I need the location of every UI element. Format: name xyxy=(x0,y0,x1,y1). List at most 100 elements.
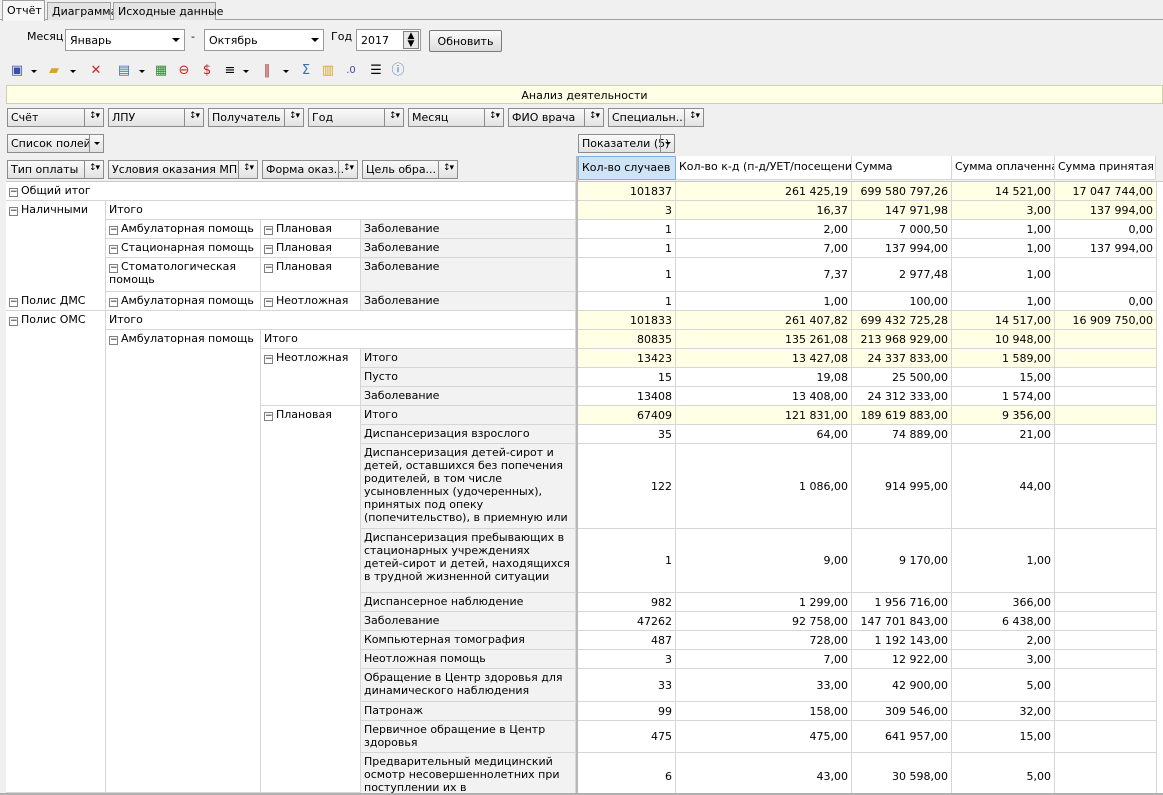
row-header[interactable]: Заболевание xyxy=(361,612,576,631)
text-icon[interactable]: ☰ xyxy=(368,63,384,79)
data-cell[interactable]: 74 889,00 xyxy=(852,425,952,444)
data-cell[interactable]: 101833 xyxy=(576,311,676,330)
row-header[interactable]: Предварительный медицинский осмотр несов… xyxy=(361,753,576,793)
row-field-payment-type[interactable]: Тип оплаты ↕▾ xyxy=(7,160,104,179)
data-cell[interactable] xyxy=(1055,612,1157,631)
data-cell[interactable]: 3 xyxy=(576,650,676,669)
data-cell[interactable]: 1 xyxy=(576,239,676,258)
data-cell[interactable] xyxy=(1055,529,1157,593)
formula-icon[interactable]: Σ xyxy=(298,63,314,79)
data-cell[interactable] xyxy=(1055,753,1157,793)
data-cell[interactable]: 5,00 xyxy=(952,753,1055,793)
data-cell[interactable]: 1 xyxy=(576,292,676,311)
data-cell[interactable]: 1,00 xyxy=(952,239,1055,258)
row-header[interactable]: Диспансеризация взрослого населения xyxy=(361,425,576,444)
month-to-select[interactable]: Октябрь xyxy=(204,29,324,51)
data-cell[interactable] xyxy=(1055,387,1157,406)
data-cell[interactable]: 121 831,00 xyxy=(676,406,852,425)
data-cell[interactable]: 1 xyxy=(576,529,676,593)
data-cell[interactable]: 1,00 xyxy=(952,292,1055,311)
data-cell[interactable]: 21,00 xyxy=(952,425,1055,444)
data-cell[interactable]: 42 900,00 xyxy=(852,669,952,702)
spin-updown-icon[interactable]: ▲ ▼ xyxy=(403,31,419,49)
data-cell[interactable]: 13 427,08 xyxy=(676,349,852,368)
data-cell[interactable]: 914 995,00 xyxy=(852,444,952,529)
filter-field-year[interactable]: Год ↕▾ xyxy=(308,108,404,127)
column-header-sum-paid[interactable]: Сумма оплаченная xyxy=(952,156,1055,180)
column-header-quantity[interactable]: Кол-во к-д (п-д/УЕТ/посещений) xyxy=(676,156,852,180)
data-cell[interactable]: 1,00 xyxy=(952,529,1055,593)
data-cell[interactable]: 1,00 xyxy=(676,292,852,311)
collapse-icon[interactable]: − xyxy=(264,264,273,273)
data-cell[interactable]: 7,37 xyxy=(676,258,852,292)
data-cell[interactable]: 475 xyxy=(576,721,676,753)
data-cell[interactable]: 101837 xyxy=(576,182,676,201)
column-header-cases[interactable]: Кол-во случаев xyxy=(578,156,676,180)
data-cell[interactable]: 9 170,00 xyxy=(852,529,952,593)
data-cell[interactable] xyxy=(1055,349,1157,368)
row-header[interactable]: Заболевание xyxy=(361,239,576,258)
data-cell[interactable]: 13423 xyxy=(576,349,676,368)
data-cell[interactable]: 19,08 xyxy=(676,368,852,387)
sort-filter-icon[interactable]: ↕▾ xyxy=(438,161,457,178)
row-header[interactable]: Патронаж xyxy=(361,702,576,721)
row-header[interactable]: Итого xyxy=(361,406,576,425)
row-header[interactable]: Обращение в Центр здоровья для динамичес… xyxy=(361,669,576,702)
tab-source-data[interactable]: Исходные данные xyxy=(113,2,223,20)
data-cell[interactable]: 699 432 725,28 xyxy=(852,311,952,330)
row-field-care-conditions[interactable]: Условия оказания МП ↕▾ xyxy=(108,160,258,179)
row-header[interactable]: − Общий итог xyxy=(6,182,576,201)
data-cell[interactable]: 261 425,19 xyxy=(676,182,852,201)
info-icon[interactable]: ⓘ xyxy=(390,63,406,79)
row-header[interactable]: Пусто xyxy=(361,368,576,387)
data-cell[interactable]: 32,00 xyxy=(952,702,1055,721)
filter-field-specialty[interactable]: Специальн... ↕▾ xyxy=(608,108,704,127)
collapse-icon[interactable]: − xyxy=(109,226,118,235)
row-header[interactable]: − Полис ОМС xyxy=(6,311,106,793)
row-header[interactable]: − Плановая xyxy=(261,406,361,793)
data-cell[interactable]: 9 356,00 xyxy=(952,406,1055,425)
collapse-icon[interactable]: − xyxy=(109,298,118,307)
collapse-icon[interactable]: − xyxy=(9,207,18,216)
data-cell[interactable]: 1 xyxy=(576,258,676,292)
data-cell[interactable]: 9,00 xyxy=(676,529,852,593)
data-cell[interactable] xyxy=(1055,368,1157,387)
data-cell[interactable]: 1 299,00 xyxy=(676,593,852,612)
row-header[interactable]: − Плановая xyxy=(261,258,361,292)
filter-field-recipient[interactable]: Получатель ↕▾ xyxy=(208,108,304,127)
row-header[interactable]: − Амбулаторная помощь xyxy=(106,220,261,239)
data-cell[interactable]: 6 xyxy=(576,753,676,793)
chevron-down-icon[interactable] xyxy=(31,70,37,73)
row-header[interactable]: Диспансеризация пребывающих в стационарн… xyxy=(361,529,576,593)
data-cell[interactable]: 5,00 xyxy=(952,669,1055,702)
collapse-icon[interactable]: − xyxy=(264,298,273,307)
filter-field-lpu[interactable]: ЛПУ ↕▾ xyxy=(108,108,204,127)
data-cell[interactable]: 13408 xyxy=(576,387,676,406)
data-cell[interactable]: 1 192 143,00 xyxy=(852,631,952,650)
data-cell[interactable] xyxy=(1055,721,1157,753)
sort-filter-icon[interactable]: ↕▾ xyxy=(84,109,103,126)
data-cell[interactable]: 1 956 716,00 xyxy=(852,593,952,612)
data-cell[interactable] xyxy=(1055,330,1157,349)
column-header-sum-accepted[interactable]: Сумма принятая xyxy=(1055,156,1156,180)
row-header[interactable]: − Неотложная xyxy=(261,349,361,406)
data-cell[interactable]: 24 337 833,00 xyxy=(852,349,952,368)
currency-icon[interactable]: $ xyxy=(199,63,215,79)
column-header-sum[interactable]: Сумма xyxy=(852,156,952,180)
data-cell[interactable]: 14 517,00 xyxy=(952,311,1055,330)
row-header[interactable]: Заболевание xyxy=(361,258,576,292)
collapse-icon[interactable]: − xyxy=(109,336,118,345)
export-icon[interactable]: ▤ xyxy=(116,63,132,79)
data-cell[interactable]: 3,00 xyxy=(952,201,1055,220)
data-cell[interactable]: 6 438,00 xyxy=(952,612,1055,631)
data-cell[interactable]: 13 408,00 xyxy=(676,387,852,406)
sort-filter-icon[interactable]: ↕▾ xyxy=(84,161,103,178)
bars-icon[interactable]: ‖ xyxy=(259,63,275,79)
data-cell[interactable]: 1 xyxy=(576,220,676,239)
data-cell[interactable] xyxy=(1055,258,1157,292)
data-cell[interactable]: 30 598,00 xyxy=(852,753,952,793)
sort-filter-icon[interactable]: ↕▾ xyxy=(384,109,403,126)
row-header[interactable]: Неотложная помощь xyxy=(361,650,576,669)
row-header[interactable]: − Плановая xyxy=(261,220,361,239)
row-field-visit-purpose[interactable]: Цель обра... ↕▾ xyxy=(362,160,458,179)
